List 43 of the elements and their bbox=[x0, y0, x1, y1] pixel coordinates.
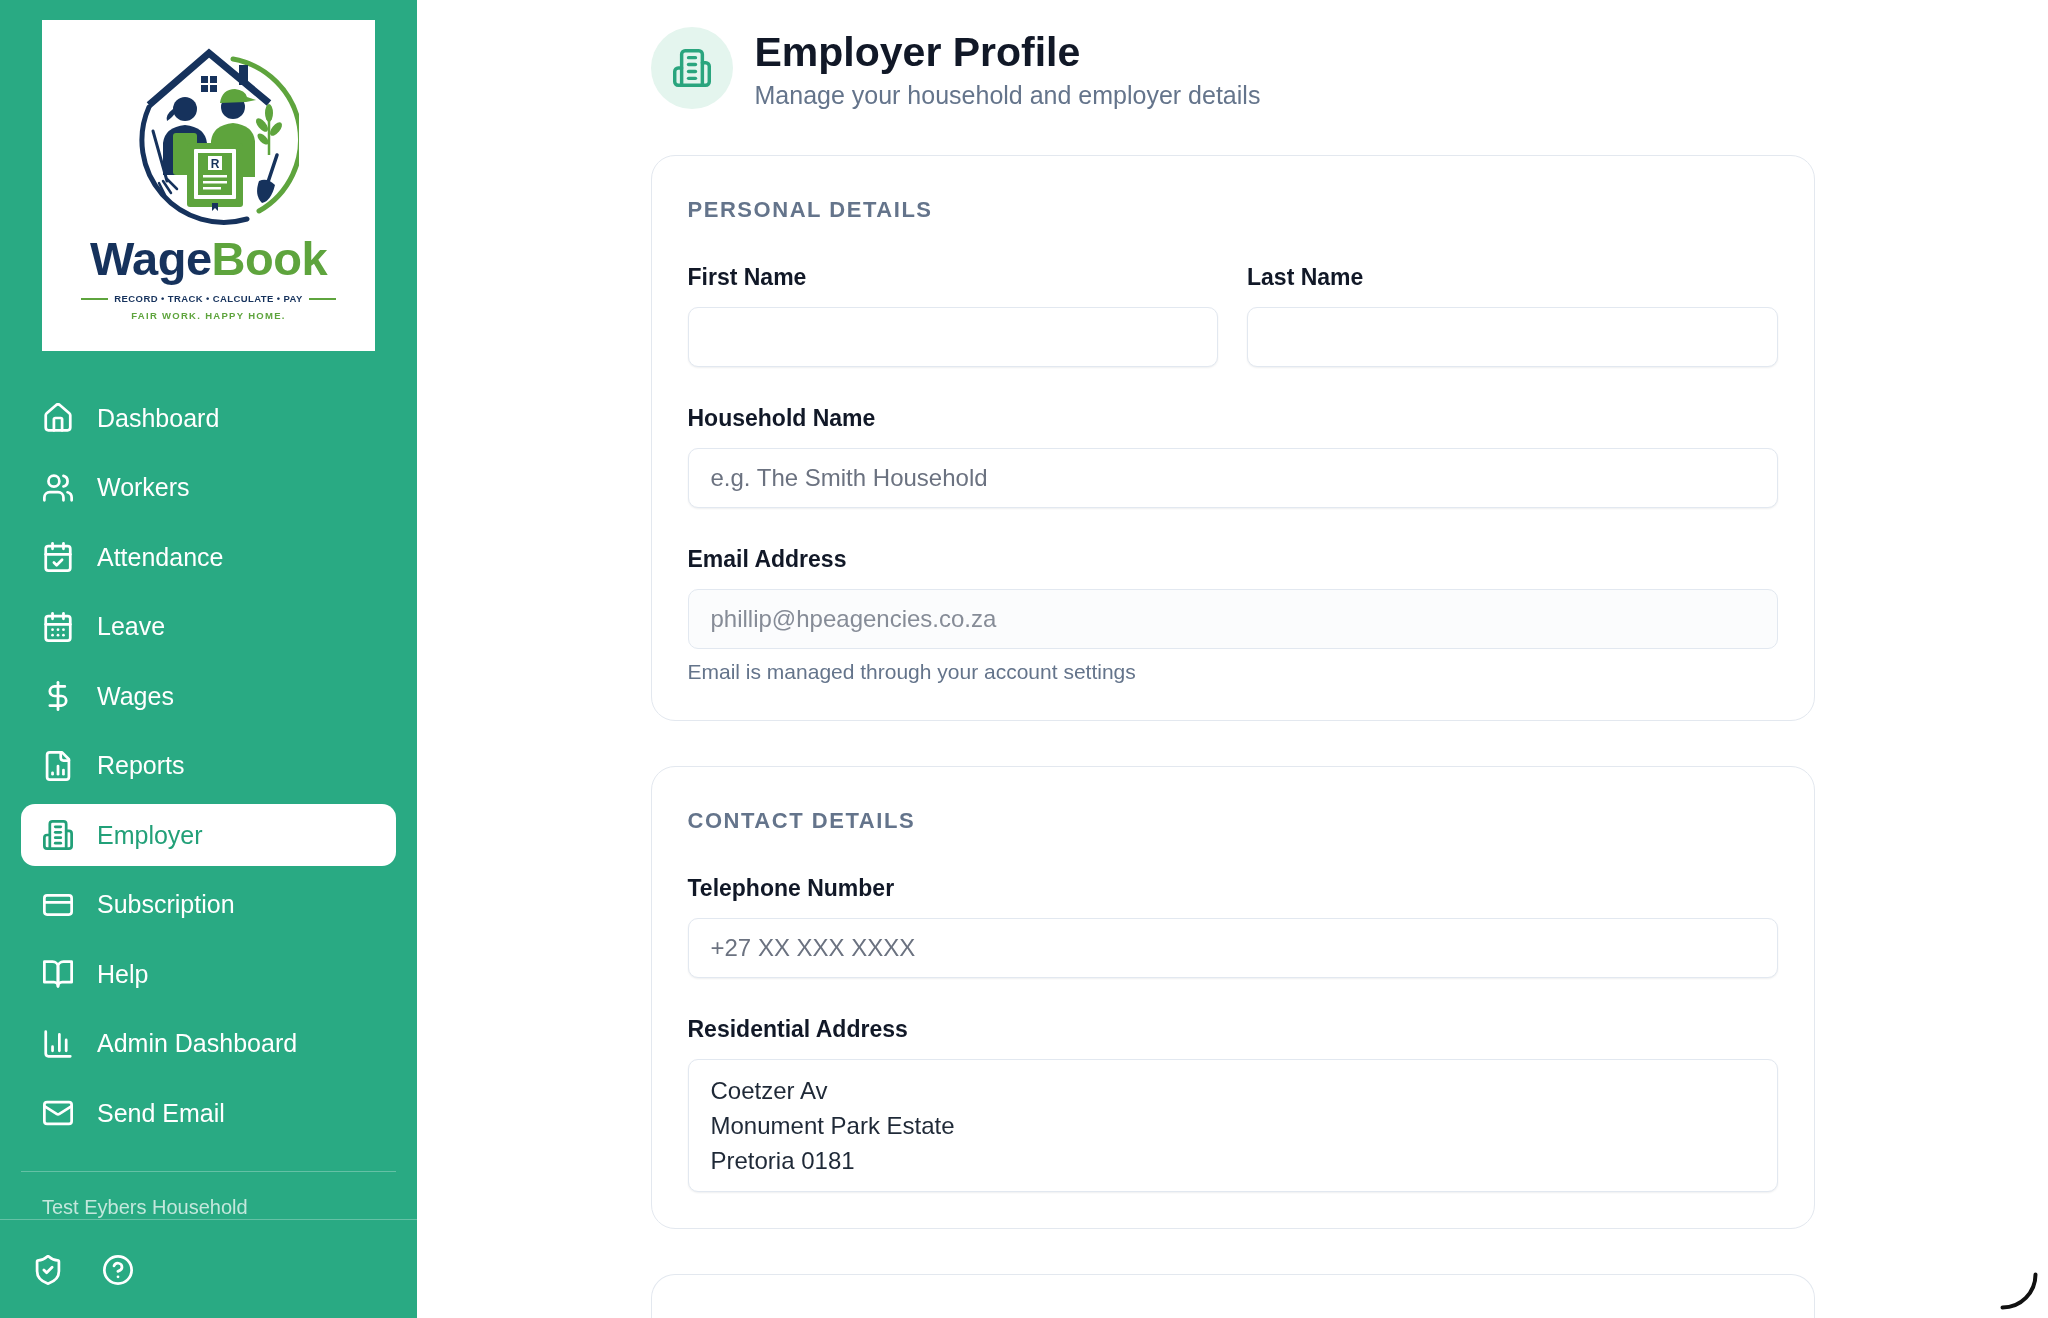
nav-item[interactable]: Leave bbox=[21, 595, 396, 658]
nav-item[interactable]: Workers bbox=[21, 456, 396, 519]
mail-icon bbox=[43, 1098, 73, 1128]
nav-item[interactable]: Wages bbox=[21, 665, 396, 727]
field-label: First Name bbox=[687, 263, 808, 291]
users-icon bbox=[43, 472, 73, 503]
section-title: PERSONAL DETAILS bbox=[687, 196, 934, 224]
calendar-icon bbox=[43, 611, 73, 642]
document-chart-icon bbox=[43, 750, 73, 781]
input-field[interactable] bbox=[1247, 307, 1778, 367]
textarea-field[interactable]: Coetzer Av Monument Park Estate Pretoria 0181 bbox=[687, 1059, 1778, 1192]
section-title: CONTACT DETAILS bbox=[687, 807, 917, 835]
shield-check-icon[interactable] bbox=[33, 1255, 63, 1285]
field-label: Telephone Number bbox=[687, 874, 896, 902]
nav-item[interactable]: Subscription bbox=[21, 873, 396, 936]
nav-item[interactable]: Dashboard bbox=[21, 387, 396, 449]
building-icon bbox=[43, 820, 73, 850]
nav-item[interactable]: Attendance bbox=[21, 526, 396, 588]
field-label: Residential Address bbox=[687, 1015, 909, 1043]
spinner-icon bbox=[2000, 1272, 2038, 1310]
input-field[interactable]: e.g. The Smith Household bbox=[687, 448, 1778, 508]
field-label: Household Name bbox=[687, 404, 877, 432]
nav-item[interactable]: Admin Dashboard bbox=[21, 1012, 396, 1075]
field-label: Email Address bbox=[687, 545, 848, 573]
calendar-check-icon bbox=[43, 542, 73, 572]
page-title: Employer Profile bbox=[754, 28, 1082, 77]
field-hint: Email is managed through your account settings bbox=[687, 660, 1137, 684]
page-subtitle: Manage your household and employer details bbox=[754, 80, 1261, 110]
field-label: Last Name bbox=[1247, 263, 1365, 291]
house-icon bbox=[43, 403, 73, 433]
logo-letter: R bbox=[210, 157, 219, 171]
nav-item[interactable]: Reports bbox=[21, 734, 396, 797]
bar-chart-icon bbox=[43, 1028, 73, 1059]
logo-motto: FAIR WORK. HAPPY HOME. bbox=[131, 310, 286, 322]
help-icon[interactable] bbox=[103, 1255, 133, 1285]
nav-item[interactable]: Send Email bbox=[21, 1082, 396, 1144]
nav-item[interactable]: Help bbox=[21, 943, 396, 1005]
nav-item[interactable]: Employer bbox=[21, 804, 396, 866]
book-icon bbox=[43, 959, 73, 989]
logo-tagline: RECORD • TRACK • CALCULATE • PAY bbox=[114, 293, 303, 305]
input-field[interactable]: +27 XX XXX XXXX bbox=[687, 918, 1778, 978]
household-name: Test Eybers Household bbox=[42, 1195, 249, 1219]
input-field[interactable] bbox=[687, 307, 1218, 367]
